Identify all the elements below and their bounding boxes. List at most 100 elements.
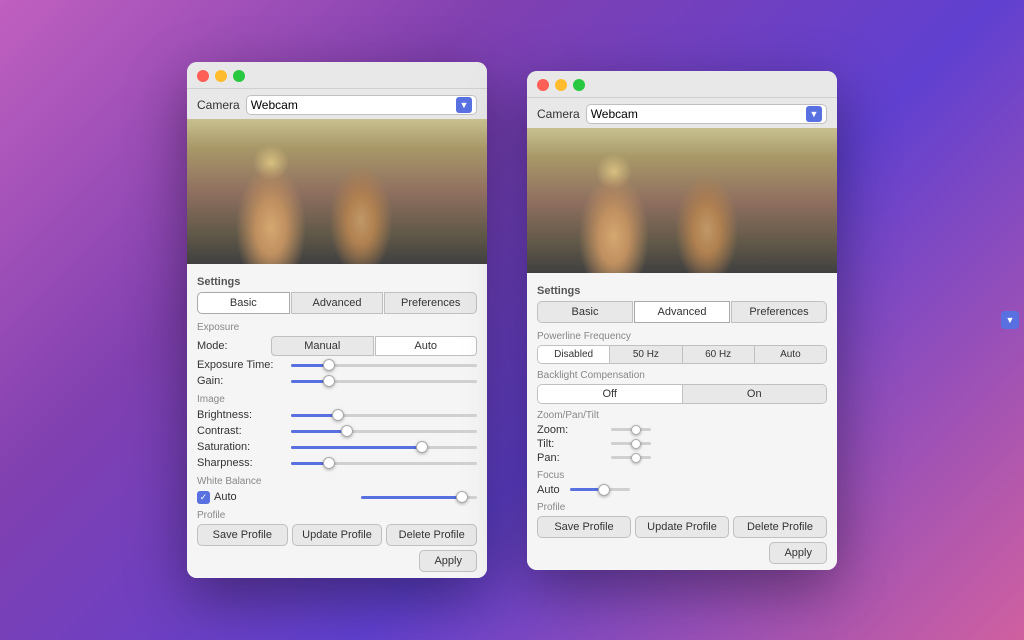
powerline-disabled[interactable]: Disabled (538, 346, 610, 363)
sharpness-row: Sharpness: (197, 456, 477, 470)
wb-slider[interactable] (361, 490, 477, 504)
camera-label-2: Camera (537, 107, 580, 121)
delete-profile-btn-2[interactable]: Delete Profile (733, 516, 827, 538)
tab-advanced-2[interactable]: Advanced (634, 301, 730, 323)
webcam-art-1 (187, 119, 487, 264)
tab-basic-1[interactable]: Basic (197, 292, 290, 314)
exposure-time-label: Exposure Time: (197, 359, 287, 371)
zoom-section: Zoom/Pan/Tilt Zoom: Tilt: Pan: (537, 410, 827, 464)
contrast-slider[interactable] (291, 424, 477, 438)
tabs-2: Basic Advanced Preferences (537, 301, 827, 323)
mode-row: Mode: Manual Auto (197, 336, 477, 356)
apply-row-1: ▼ Apply (197, 550, 477, 572)
backlight-on[interactable]: On (683, 385, 827, 403)
contrast-label: Contrast: (197, 425, 287, 437)
window-content-1: Settings Basic Advanced Preferences Expo… (187, 264, 487, 578)
maximize-button-2[interactable] (573, 79, 585, 91)
window-1: Camera Webcam ▼ Settings Basic Advanced … (187, 62, 487, 578)
zoom-thumb[interactable] (631, 425, 641, 435)
brightness-track[interactable] (291, 414, 477, 417)
saturation-track[interactable] (291, 446, 477, 449)
tilt-slider[interactable] (611, 442, 651, 445)
apply-btn-2[interactable]: Apply (769, 542, 827, 564)
mode-manual[interactable]: Manual (271, 336, 374, 356)
zoom-slider[interactable] (611, 428, 651, 431)
image-title: Image (197, 394, 477, 405)
webcam-preview-1 (187, 119, 487, 264)
delete-profile-btn-1[interactable]: Delete Profile (386, 524, 477, 546)
tab-preferences-1[interactable]: Preferences (384, 292, 477, 314)
minimize-button-1[interactable] (215, 70, 227, 82)
close-button-2[interactable] (537, 79, 549, 91)
mode-buttons: Manual Auto (271, 336, 477, 356)
save-profile-btn-2[interactable]: Save Profile (537, 516, 631, 538)
camera-select-1[interactable]: Webcam (246, 95, 477, 115)
tab-basic-2[interactable]: Basic (537, 301, 633, 323)
exposure-time-row: Exposure Time: (197, 358, 477, 372)
tilt-row: Tilt: (537, 438, 827, 450)
tilt-thumb[interactable] (631, 439, 641, 449)
focus-auto-label: Auto (537, 484, 560, 496)
brightness-slider[interactable] (291, 408, 477, 422)
titlebar-2 (527, 71, 837, 98)
backlight-title: Backlight Compensation (537, 370, 827, 381)
save-profile-btn-1[interactable]: Save Profile (197, 524, 288, 546)
profile-title-1: Profile (197, 510, 477, 521)
wb-auto-row: ✓ Auto (197, 490, 477, 504)
powerline-title: Powerline Frequency (537, 331, 827, 342)
pan-thumb[interactable] (631, 453, 641, 463)
gain-row: Gain: (197, 374, 477, 388)
saturation-row: Saturation: (197, 440, 477, 454)
wb-auto-checkbox[interactable]: ✓ (197, 491, 210, 504)
wb-track[interactable] (361, 496, 477, 499)
apply-row-2: ▼ Apply (537, 542, 827, 564)
powerline-auto[interactable]: Auto (755, 346, 826, 363)
maximize-button-1[interactable] (233, 70, 245, 82)
gain-track[interactable] (291, 380, 477, 383)
pan-slider[interactable] (611, 456, 651, 459)
webcam-preview-2 (527, 128, 837, 273)
update-profile-btn-1[interactable]: Update Profile (292, 524, 383, 546)
powerline-60hz[interactable]: 60 Hz (683, 346, 755, 363)
profile-section-2: Profile Save Profile Update Profile Dele… (537, 502, 827, 564)
sharpness-track[interactable] (291, 462, 477, 465)
backlight-off[interactable]: Off (538, 385, 683, 403)
close-button-1[interactable] (197, 70, 209, 82)
tab-preferences-2[interactable]: Preferences (731, 301, 827, 323)
backlight-section: Backlight Compensation Off On (537, 370, 827, 404)
update-profile-btn-2[interactable]: Update Profile (635, 516, 729, 538)
profile-section-1: Profile Save Profile Update Profile Dele… (197, 510, 477, 572)
pan-label: Pan: (537, 452, 607, 464)
zoom-label: Zoom: (537, 424, 607, 436)
gain-label: Gain: (197, 375, 287, 387)
tilt-label: Tilt: (537, 438, 607, 450)
exposure-title: Exposure (197, 322, 477, 333)
exposure-time-slider[interactable] (291, 358, 477, 372)
focus-slider[interactable] (570, 488, 630, 491)
settings-title-2: Settings (537, 285, 827, 297)
gain-slider[interactable] (291, 374, 477, 388)
mode-auto[interactable]: Auto (375, 336, 478, 356)
sharpness-slider[interactable] (291, 456, 477, 470)
profile-buttons-1: Save Profile Update Profile Delete Profi… (197, 524, 477, 546)
focus-thumb[interactable] (598, 484, 610, 496)
window-2: Camera Webcam ▼ Settings Basic Advanced … (527, 71, 837, 570)
tab-advanced-1[interactable]: Advanced (291, 292, 384, 314)
zoom-title: Zoom/Pan/Tilt (537, 410, 827, 421)
webcam-art-2 (527, 128, 837, 273)
saturation-slider[interactable] (291, 440, 477, 454)
camera-select-wrapper-1: Webcam ▼ (246, 95, 477, 115)
tabs-1: Basic Advanced Preferences (197, 292, 477, 314)
minimize-button-2[interactable] (555, 79, 567, 91)
focus-section: Focus Auto (537, 470, 827, 496)
contrast-track[interactable] (291, 430, 477, 433)
apply-btn-1[interactable]: Apply (419, 550, 477, 572)
camera-row-1: Camera Webcam ▼ (187, 89, 487, 119)
powerline-50hz[interactable]: 50 Hz (610, 346, 682, 363)
image-section: Image Brightness: Contrast: (197, 394, 477, 470)
camera-select-2[interactable]: Webcam (586, 104, 827, 124)
saturation-label: Saturation: (197, 441, 287, 453)
backlight-control: Off On (537, 384, 827, 404)
exposure-time-track[interactable] (291, 364, 477, 367)
brightness-row: Brightness: (197, 408, 477, 422)
